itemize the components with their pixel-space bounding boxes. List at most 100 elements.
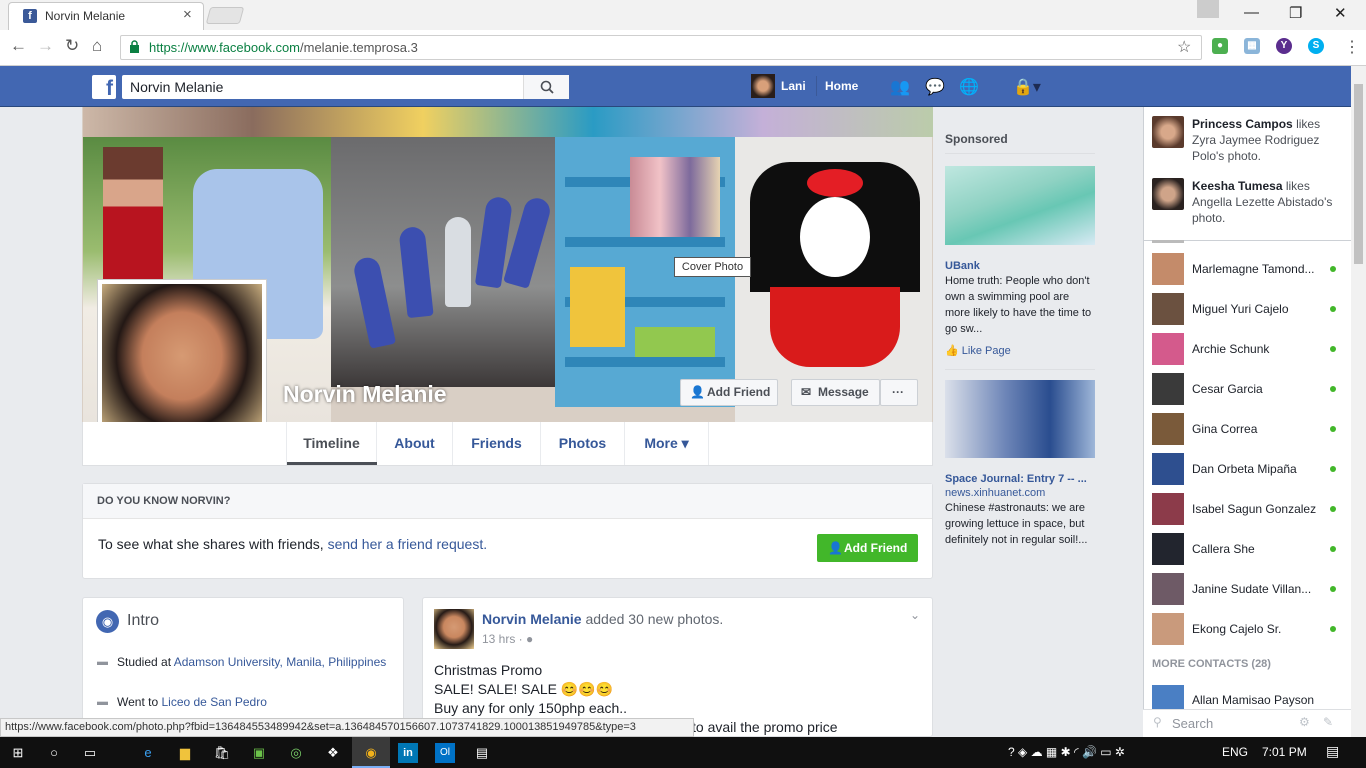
bookmark-star-icon[interactable]: ☆ [1177, 37, 1191, 57]
ticker-avatar[interactable] [1152, 178, 1184, 210]
outlook-icon[interactable]: Ol [435, 743, 455, 763]
user-name-link[interactable]: Lani [781, 79, 806, 93]
close-tab-icon[interactable]: × [183, 6, 192, 23]
browser-tab[interactable]: f Norvin Melanie × [8, 2, 204, 30]
system-tray-icons[interactable]: ? ◈ ☁ ▦ ✱ ◜ 🔊 ▭ ✲ [1008, 745, 1125, 759]
contact-item[interactable]: Archie Schunk [1152, 333, 1342, 365]
friend-requests-icon[interactable]: 👥 [890, 77, 912, 96]
contact-item[interactable]: Callera She [1152, 533, 1342, 565]
status-url-bar: https://www.facebook.com/photo.php?fbid=… [0, 718, 694, 737]
contact-item[interactable]: Ekong Cajelo Sr. [1152, 613, 1342, 645]
contact-item[interactable]: Allan Mamisao Payson [1152, 685, 1342, 709]
ticker-item[interactable]: Keesha Tumesa likes Angella Lezette Abis… [1192, 178, 1342, 226]
liceo-link[interactable]: Liceo de San Pedro [161, 695, 266, 709]
language-indicator[interactable]: ENG [1222, 745, 1248, 759]
edge-icon[interactable]: e [138, 743, 158, 763]
home-link[interactable]: Home [825, 79, 858, 93]
close-window-icon[interactable]: ✕ [1334, 4, 1347, 22]
contact-item[interactable]: Janine Sudate Villan... [1152, 573, 1342, 605]
post-author-link[interactable]: Norvin Melanie [482, 611, 582, 627]
file-explorer-icon[interactable]: ▆ [175, 743, 195, 763]
ticker-name: Keesha Tumesa [1192, 179, 1283, 193]
search-button[interactable] [523, 75, 569, 99]
omnibox[interactable]: https://www.facebook.com/melanie.tempros… [120, 35, 1202, 60]
dropbox-icon[interactable]: ❖ [323, 743, 343, 763]
tab-about[interactable]: About [377, 422, 453, 465]
ad-title[interactable]: UBank [945, 258, 1097, 274]
add-friend-button[interactable]: 👤 Add Friend [680, 379, 778, 406]
chat-search-input[interactable]: ⚲ Search ⚙ ✎ [1143, 709, 1351, 737]
contact-item[interactable]: Gina Correa [1152, 413, 1342, 445]
like-page-link[interactable]: 👍 Like Page [945, 343, 1097, 359]
app-window-icon[interactable]: ▤ [472, 743, 492, 763]
cortana-icon[interactable]: ○ [44, 743, 64, 763]
clock[interactable]: 7:01 PM [1262, 745, 1307, 759]
online-indicator-icon [1330, 466, 1336, 472]
back-icon[interactable]: ← [10, 36, 27, 56]
ticker-item[interactable]: Princess Campos likes Zyra Jaymee Rodrig… [1192, 116, 1342, 164]
tab-friends[interactable]: Friends [453, 422, 541, 465]
yahoo-extension-icon[interactable]: Y [1276, 38, 1292, 54]
cover-collage-top-strip [83, 107, 933, 137]
search-value: Norvin Melanie [130, 79, 224, 95]
reload-icon[interactable]: ↻ [65, 36, 79, 56]
contact-name: Allan Mamisao Payson [1192, 693, 1315, 707]
task-view-icon[interactable]: ▭ [80, 743, 100, 763]
windows-start-icon[interactable]: ⊞ [8, 743, 28, 763]
chrome-menu-icon[interactable]: ⋮ [1344, 37, 1360, 57]
tab-photos[interactable]: Photos [541, 422, 625, 465]
new-message-icon[interactable]: ✎ [1323, 715, 1333, 729]
ubank-ad-image[interactable] [945, 166, 1095, 245]
ticker-avatar[interactable] [1152, 116, 1184, 148]
new-tab-button[interactable] [205, 7, 245, 24]
action-center-icon[interactable]: ▤ [1326, 743, 1339, 760]
facebook-search-input[interactable]: Norvin Melanie [122, 75, 569, 99]
minimize-icon[interactable]: — [1244, 4, 1259, 21]
scrollbar-thumb[interactable] [1354, 84, 1363, 264]
more-options-button[interactable]: ··· [880, 379, 918, 406]
post-time[interactable]: 13 hrs · ● [482, 632, 533, 646]
home-icon[interactable]: ⌂ [92, 36, 102, 56]
profile-icon[interactable] [1197, 0, 1219, 18]
app-icon[interactable]: ▣ [249, 743, 269, 763]
contact-item[interactable]: Dan Orbeta Mipaña [1152, 453, 1342, 485]
sponsored-heading: Sponsored [945, 132, 1008, 146]
contact-item[interactable]: Marlemagne Tamond... [1152, 253, 1342, 285]
add-friend-icon: 👤 [828, 541, 843, 555]
extension-icon-green[interactable]: ● [1212, 38, 1228, 54]
page-scrollbar[interactable] [1351, 66, 1366, 737]
profile-name[interactable]: Norvin Melanie [283, 381, 447, 408]
contact-avatar [1152, 293, 1184, 325]
friend-request-link[interactable]: send her a friend request. [328, 536, 488, 552]
skype-extension-icon[interactable]: S [1308, 38, 1324, 54]
message-button[interactable]: ✉ Message [791, 379, 880, 406]
contact-name: Janine Sudate Villan... [1192, 582, 1312, 596]
user-avatar[interactable] [751, 74, 775, 98]
messages-icon[interactable]: 💬 [925, 77, 947, 96]
notifications-globe-icon[interactable]: 🌐 [959, 77, 981, 96]
store-icon[interactable]: 🛍 [212, 743, 232, 763]
tab-timeline[interactable]: Timeline [287, 422, 377, 465]
add-friend-green-button[interactable]: 👤 Add Friend [817, 534, 918, 562]
post-author-avatar[interactable] [434, 609, 474, 649]
gear-icon[interactable]: ⚙ [1299, 715, 1310, 729]
post-options-chevron-icon[interactable]: ⌄ [910, 608, 920, 622]
ad-source[interactable]: news.xinhuanet.com [945, 485, 1097, 501]
forward-icon[interactable]: → [37, 36, 54, 56]
privacy-settings-icon[interactable]: 🔒▾ [1013, 77, 1053, 96]
chrome-taskbar-button[interactable]: ◉ [352, 737, 390, 768]
browser-tab-bar: f Norvin Melanie × — ❐ ✕ [0, 0, 1366, 30]
contact-avatar [1152, 253, 1184, 285]
linkedin-icon[interactable]: in [398, 743, 418, 763]
tripadvisor-icon[interactable]: ◎ [286, 743, 306, 763]
contact-item[interactable]: Isabel Sagun Gonzalez [1152, 493, 1342, 525]
extension-icon-blue[interactable]: ▦ [1244, 38, 1260, 54]
space-journal-ad-image[interactable] [945, 380, 1095, 458]
adamson-link[interactable]: Adamson University, Manila, Philippines [174, 655, 387, 669]
went-prefix: Went to [117, 695, 159, 709]
contact-item[interactable]: Miguel Yuri Cajelo [1152, 293, 1342, 325]
tab-more[interactable]: More ▾ [625, 422, 709, 465]
restore-icon[interactable]: ❐ [1289, 4, 1302, 22]
contact-item[interactable]: Cesar Garcia [1152, 373, 1342, 405]
facebook-logo-icon[interactable]: f [92, 75, 116, 100]
